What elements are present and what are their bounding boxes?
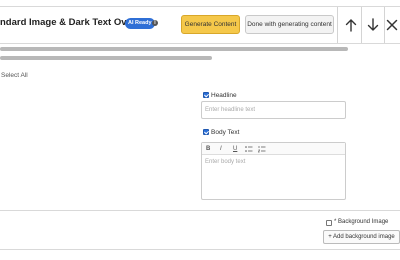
header-divider: [0, 43, 400, 44]
numbered-list-icon: [257, 146, 266, 153]
info-icon[interactable]: i: [152, 20, 158, 26]
select-all-link[interactable]: Select All: [1, 72, 28, 79]
headline-checkbox[interactable]: [203, 92, 209, 98]
generate-content-button[interactable]: Generate Content: [181, 15, 240, 34]
divider: [337, 7, 338, 43]
editor-toolbar: B I U: [202, 143, 345, 155]
numbered-list-button[interactable]: [257, 145, 266, 156]
add-background-image-button[interactable]: + Add background image: [323, 230, 400, 244]
close-icon: [386, 19, 398, 31]
bold-button[interactable]: B: [206, 145, 210, 153]
bullet-list-button[interactable]: [245, 145, 253, 156]
arrow-up-icon: [345, 19, 357, 32]
close-button[interactable]: [384, 9, 400, 41]
underline-button[interactable]: U: [233, 145, 237, 153]
italic-button[interactable]: I: [220, 145, 222, 153]
placeholder-bar: [0, 47, 348, 51]
headline-input[interactable]: Enter headline text: [201, 101, 346, 119]
body-text-placeholder: Enter body text: [205, 159, 246, 165]
move-down-button[interactable]: [361, 9, 385, 41]
bullet-list-icon: [245, 146, 253, 152]
body-text-checkbox[interactable]: [203, 129, 209, 135]
ai-ready-badge: AI Ready: [125, 18, 155, 29]
footer-divider: [0, 210, 400, 211]
placeholder-bar: [0, 56, 212, 60]
background-image-checkbox[interactable]: [326, 220, 332, 226]
body-text-label: Body Text: [211, 129, 240, 136]
headline-label: Headline: [211, 92, 237, 99]
body-text-editor[interactable]: B I U Enter body text: [201, 142, 346, 200]
done-generating-button[interactable]: Done with generating content: [245, 15, 334, 34]
background-image-label: * Background Image: [334, 219, 389, 225]
move-up-button[interactable]: [339, 9, 363, 41]
arrow-down-icon: [367, 18, 379, 31]
